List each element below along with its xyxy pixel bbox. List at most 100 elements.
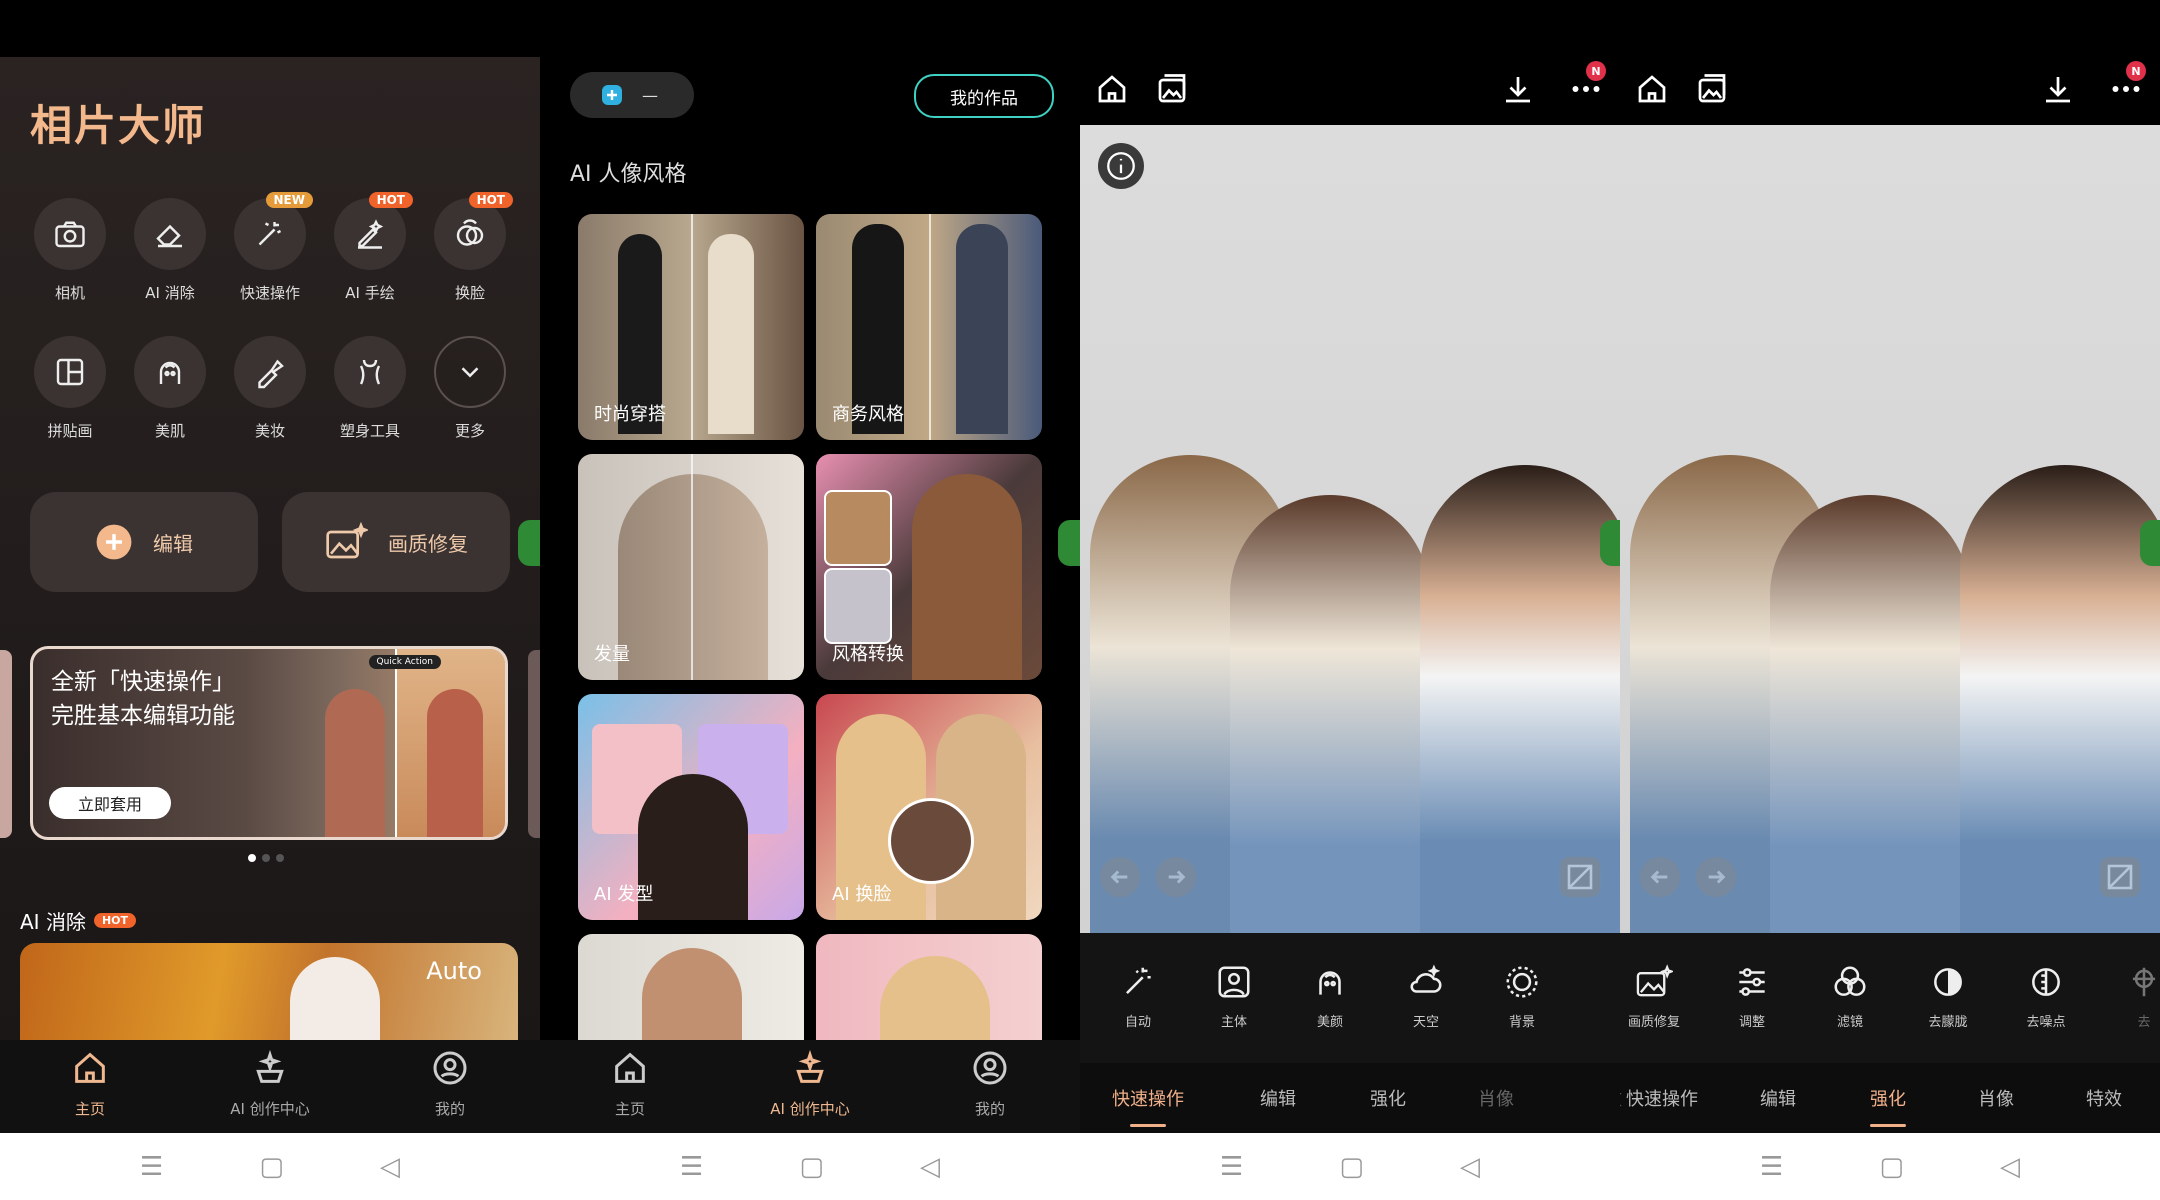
back-nav-icon[interactable]: ◁ bbox=[2000, 1152, 2020, 1182]
tool-body-shape[interactable]: 塑身工具 bbox=[325, 336, 415, 441]
tool-denoise[interactable]: 去噪点 bbox=[1996, 963, 2096, 1030]
download-icon[interactable] bbox=[2040, 71, 2076, 107]
back-nav-icon[interactable]: ◁ bbox=[1460, 1152, 1480, 1182]
mode-quick-action[interactable]: 快速操作 bbox=[1626, 1085, 1698, 1111]
card-figure bbox=[956, 224, 1008, 434]
mode-portrait[interactable]: 肖像 bbox=[1478, 1085, 1514, 1111]
banner-cta-button[interactable]: 立即套用 bbox=[49, 787, 171, 819]
gallery-icon[interactable] bbox=[1694, 71, 1730, 107]
menu-nav-icon[interactable]: ☰ bbox=[140, 1152, 163, 1182]
tool-background[interactable]: 背景 bbox=[1472, 963, 1572, 1030]
undo-icon[interactable] bbox=[1638, 855, 1682, 899]
home-icon bbox=[75, 1052, 105, 1083]
account-pill[interactable]: — bbox=[570, 72, 694, 118]
compare-icon[interactable] bbox=[1558, 855, 1602, 899]
home-icon[interactable] bbox=[1094, 71, 1130, 107]
tab-home[interactable]: 主页 bbox=[560, 1048, 700, 1119]
back-nav-icon[interactable]: ◁ bbox=[920, 1152, 940, 1182]
home-nav-icon[interactable]: ▢ bbox=[1339, 1152, 1364, 1182]
tool-face-swap[interactable]: HOT 换脸 bbox=[425, 192, 515, 303]
home-nav-icon[interactable]: ▢ bbox=[799, 1152, 824, 1182]
tool-label: 背景 bbox=[1508, 1015, 1535, 1030]
card-figure bbox=[618, 474, 768, 680]
redo-icon[interactable] bbox=[1154, 855, 1198, 899]
compare-icon[interactable] bbox=[2098, 855, 2142, 899]
gallery-icon[interactable] bbox=[1154, 71, 1190, 107]
side-handle[interactable] bbox=[1058, 520, 1080, 566]
side-handle[interactable] bbox=[2140, 520, 2160, 566]
home-icon[interactable] bbox=[1634, 71, 1670, 107]
card-figure bbox=[638, 774, 748, 920]
mode-effects-peek[interactable]: 特效 bbox=[1620, 1085, 1622, 1111]
tool-subject[interactable]: 主体 bbox=[1184, 963, 1284, 1030]
home-nav-icon[interactable]: ▢ bbox=[1879, 1152, 1904, 1182]
ai-draw-icon bbox=[358, 219, 384, 249]
tab-ai-center[interactable]: AI 创作中心 bbox=[740, 1048, 880, 1119]
status-bar bbox=[1080, 0, 1620, 57]
tool-ai-erase[interactable]: AI 消除 bbox=[125, 198, 215, 303]
tab-me[interactable]: 我的 bbox=[380, 1048, 520, 1119]
sliders-icon bbox=[1739, 968, 1765, 996]
tool-collage[interactable]: 拼贴画 bbox=[25, 336, 115, 441]
editor-tool-bar: 自动 主体 美颜 天空 背景 bbox=[1080, 933, 1620, 1063]
mode-quick-action[interactable]: 快速操作 bbox=[1112, 1085, 1184, 1127]
tab-ai-center[interactable]: AI 创作中心 bbox=[200, 1048, 340, 1119]
mode-edit[interactable]: 编辑 bbox=[1760, 1085, 1796, 1111]
tool-skin[interactable]: 美肌 bbox=[125, 336, 215, 441]
tool-label: AI 手绘 bbox=[345, 284, 395, 302]
photo-canvas[interactable] bbox=[1620, 125, 2160, 933]
ai-erase-card[interactable]: Auto bbox=[20, 943, 518, 1040]
tool-quick-action[interactable]: NEW 快速操作 bbox=[225, 192, 315, 303]
status-bar bbox=[0, 0, 540, 57]
tool-sky[interactable]: 天空 bbox=[1376, 963, 1476, 1030]
tool-more[interactable]: 更多 bbox=[425, 336, 515, 441]
tool-camera[interactable]: 相机 bbox=[25, 198, 115, 303]
tool-makeup[interactable]: 美妆 bbox=[225, 336, 315, 441]
tab-label: 主页 bbox=[74, 1100, 105, 1118]
menu-nav-icon[interactable]: ☰ bbox=[1760, 1152, 1783, 1182]
tool-filter[interactable]: 滤镜 bbox=[1800, 963, 1900, 1030]
style-card-style-transfer[interactable]: 风格转换 bbox=[816, 454, 1042, 680]
my-works-button[interactable]: 我的作品 bbox=[914, 74, 1054, 118]
redo-icon[interactable] bbox=[1694, 855, 1738, 899]
mode-enhance[interactable]: 强化 bbox=[1370, 1085, 1406, 1111]
style-card-business[interactable]: 商务风格 bbox=[816, 214, 1042, 440]
download-icon[interactable] bbox=[1500, 71, 1536, 107]
tab-home[interactable]: 主页 bbox=[20, 1048, 160, 1119]
style-card-hair-volume[interactable]: 发量 bbox=[578, 454, 804, 680]
banner-next-peek bbox=[528, 650, 540, 838]
tool-restore[interactable]: 画质修复 bbox=[1620, 963, 1704, 1030]
edit-button[interactable]: 编辑 bbox=[30, 492, 258, 592]
menu-nav-icon[interactable]: ☰ bbox=[1220, 1152, 1243, 1182]
home-nav-icon[interactable]: ▢ bbox=[259, 1152, 284, 1182]
style-card-more[interactable] bbox=[816, 934, 1042, 1040]
menu-nav-icon[interactable]: ☰ bbox=[680, 1152, 703, 1182]
style-card-more[interactable] bbox=[578, 934, 804, 1040]
mode-portrait[interactable]: 肖像 bbox=[1978, 1085, 2014, 1111]
undo-icon[interactable] bbox=[1098, 855, 1142, 899]
style-card-fashion[interactable]: 时尚穿搭 bbox=[578, 214, 804, 440]
tab-me[interactable]: 我的 bbox=[920, 1048, 1060, 1119]
tool-dehaze[interactable]: 去朦胧 bbox=[1898, 963, 1998, 1030]
notification-badge: N bbox=[1586, 61, 1606, 81]
tool-adjust[interactable]: 调整 bbox=[1702, 963, 1802, 1030]
side-handle[interactable] bbox=[1600, 520, 1620, 566]
tool-beauty[interactable]: 美颜 bbox=[1280, 963, 1380, 1030]
style-card-ai-face-swap[interactable]: AI 换脸 bbox=[816, 694, 1042, 920]
face-beauty-icon bbox=[159, 361, 181, 384]
side-handle[interactable] bbox=[518, 520, 540, 566]
card-label: 商务风格 bbox=[832, 404, 904, 425]
info-button[interactable] bbox=[1098, 143, 1144, 189]
card-label: 时尚穿搭 bbox=[594, 404, 666, 425]
mode-edit[interactable]: 编辑 bbox=[1260, 1085, 1296, 1111]
tool-partial[interactable]: 去 bbox=[2094, 963, 2160, 1030]
back-nav-icon[interactable]: ◁ bbox=[380, 1152, 400, 1182]
tool-auto[interactable]: 自动 bbox=[1088, 963, 1188, 1030]
mode-effects[interactable]: 特效 bbox=[2086, 1085, 2122, 1111]
photo-canvas[interactable] bbox=[1080, 125, 1620, 933]
tool-ai-draw[interactable]: HOT AI 手绘 bbox=[325, 192, 415, 303]
promo-banner[interactable]: Quick Action 全新「快速操作」 完胜基本编辑功能 立即套用 bbox=[30, 646, 508, 840]
style-card-ai-hairstyle[interactable]: AI 发型 bbox=[578, 694, 804, 920]
restore-button[interactable]: 画质修复 bbox=[282, 492, 510, 592]
mode-enhance[interactable]: 强化 bbox=[1870, 1085, 1906, 1127]
